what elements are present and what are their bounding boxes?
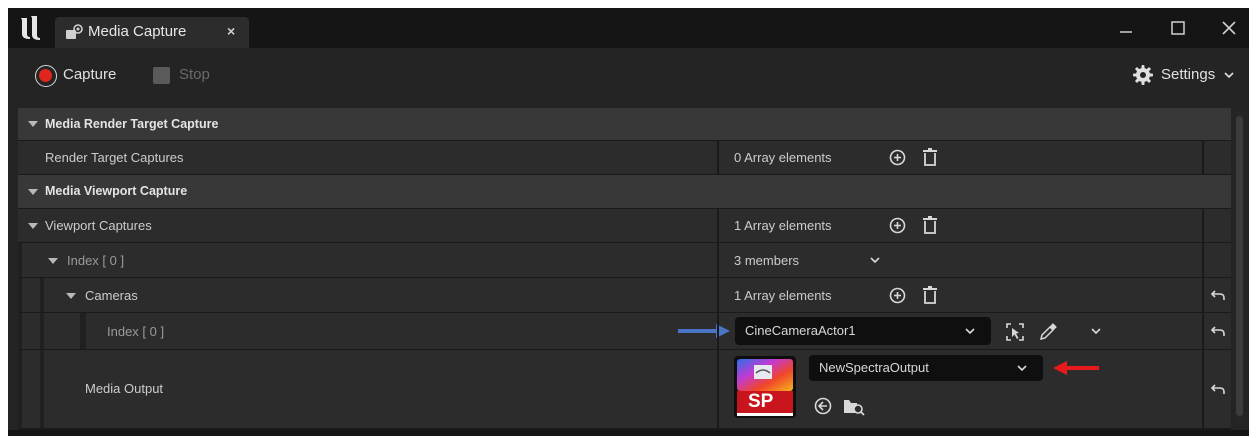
add-element-icon[interactable] bbox=[889, 287, 906, 304]
reset-column bbox=[1202, 350, 1233, 428]
property-name: Viewport Captures bbox=[45, 218, 152, 233]
indent-guide bbox=[18, 350, 22, 428]
chevron-down-icon[interactable] bbox=[1090, 326, 1102, 336]
property-row-camera-index-0: Index [ 0 ] CineCameraActor1 bbox=[18, 313, 1231, 349]
property-name: Cameras bbox=[85, 288, 138, 303]
expand-arrow-icon[interactable] bbox=[48, 258, 58, 264]
expand-arrow-icon[interactable] bbox=[28, 223, 38, 229]
settings-label: Settings bbox=[1161, 66, 1216, 83]
reset-column bbox=[1202, 313, 1233, 349]
indent-guide bbox=[18, 243, 22, 277]
media-capture-window: Media Capture × Capture Stop Settings Me… bbox=[8, 8, 1249, 436]
property-row-index-0: Index [ 0 ] 3 members bbox=[18, 243, 1231, 277]
category-label: Media Viewport Capture bbox=[45, 184, 188, 198]
chevron-down-icon bbox=[1017, 365, 1027, 372]
value-column bbox=[717, 278, 719, 312]
property-name: Render Target Captures bbox=[45, 150, 184, 165]
property-name: Index [ 0 ] bbox=[67, 253, 125, 268]
property-value: 0 Array elements bbox=[734, 150, 832, 165]
browse-asset-icon[interactable] bbox=[843, 396, 865, 416]
reset-to-default-icon[interactable] bbox=[1210, 382, 1226, 396]
close-icon[interactable] bbox=[1219, 18, 1239, 38]
expand-arrow-icon[interactable] bbox=[28, 121, 38, 127]
value-column bbox=[717, 141, 719, 174]
media-output-thumbnail[interactable]: SP bbox=[734, 356, 796, 418]
toolbar: Capture Stop Settings bbox=[8, 48, 1249, 108]
add-element-icon[interactable] bbox=[889, 217, 906, 234]
expand-arrow-icon[interactable] bbox=[66, 293, 76, 299]
property-value: 3 members bbox=[734, 253, 800, 268]
camera-actor-dropdown[interactable]: CineCameraActor1 bbox=[735, 317, 991, 345]
select-actor-icon[interactable] bbox=[1005, 322, 1025, 342]
add-element-icon[interactable] bbox=[889, 149, 906, 166]
indent-guide bbox=[40, 350, 44, 428]
title-bar: Media Capture × bbox=[8, 8, 1249, 48]
trash-icon[interactable] bbox=[922, 286, 938, 304]
reset-column bbox=[1202, 209, 1233, 242]
tab-title: Media Capture bbox=[88, 23, 187, 40]
chevron-down-icon bbox=[1224, 72, 1234, 79]
media-output-dropdown[interactable]: NewSpectraOutput bbox=[809, 355, 1043, 381]
chevron-down-icon[interactable] bbox=[869, 255, 881, 265]
indent-guide bbox=[40, 278, 44, 312]
capture-label: Capture bbox=[63, 66, 117, 83]
property-row-viewport-captures: Viewport Captures 1 Array elements bbox=[18, 209, 1231, 242]
reset-to-default-icon[interactable] bbox=[1210, 324, 1226, 338]
media-capture-tab-icon bbox=[66, 24, 83, 39]
category-media-render-target-capture[interactable]: Media Render Target Capture bbox=[18, 108, 1231, 140]
tab-close-icon[interactable]: × bbox=[227, 23, 235, 39]
indent-guide bbox=[80, 313, 86, 349]
thumbnail-text: SP bbox=[748, 391, 774, 412]
dropdown-value: CineCameraActor1 bbox=[745, 323, 856, 338]
property-value: 1 Array elements bbox=[734, 288, 832, 303]
gear-icon bbox=[1133, 65, 1153, 85]
trash-icon[interactable] bbox=[922, 148, 938, 166]
unreal-logo-icon[interactable] bbox=[18, 14, 46, 42]
property-value: 1 Array elements bbox=[734, 218, 832, 233]
indent-guide bbox=[40, 313, 44, 349]
expand-arrow-icon[interactable] bbox=[28, 189, 38, 195]
trash-icon[interactable] bbox=[922, 216, 938, 234]
property-row-render-target-captures: Render Target Captures 0 Array elements bbox=[18, 141, 1231, 174]
reset-column bbox=[1202, 278, 1233, 312]
window-bottom-border bbox=[8, 430, 1249, 436]
vertical-scrollbar[interactable] bbox=[1235, 112, 1244, 424]
stop-label: Stop bbox=[179, 66, 210, 83]
value-column bbox=[717, 313, 719, 349]
arrow-right-annotation-icon bbox=[678, 324, 730, 338]
minimize-icon[interactable] bbox=[1116, 18, 1136, 38]
property-name: Media Output bbox=[85, 381, 164, 396]
use-selected-asset-icon[interactable] bbox=[814, 397, 832, 415]
value-column bbox=[717, 209, 719, 242]
reset-to-default-icon[interactable] bbox=[1210, 288, 1226, 302]
chevron-down-icon bbox=[965, 328, 975, 335]
property-name: Index [ 0 ] bbox=[107, 324, 165, 339]
tab-media-capture[interactable]: Media Capture × bbox=[55, 17, 249, 48]
reset-column bbox=[1202, 141, 1233, 174]
maximize-icon[interactable] bbox=[1168, 18, 1188, 38]
indent-guide bbox=[18, 278, 22, 312]
category-media-viewport-capture[interactable]: Media Viewport Capture bbox=[18, 175, 1231, 208]
property-row-cameras: Cameras 1 Array elements bbox=[18, 278, 1231, 312]
details-panel: Media Render Target Capture Render Targe… bbox=[18, 108, 1231, 430]
record-icon bbox=[35, 65, 57, 87]
stop-icon bbox=[153, 67, 170, 84]
eyedropper-icon[interactable] bbox=[1038, 322, 1058, 342]
dropdown-value: NewSpectraOutput bbox=[819, 360, 929, 375]
value-column bbox=[717, 350, 719, 428]
property-row-media-output: Media Output SP NewSpectraOutput bbox=[18, 350, 1231, 428]
arrow-left-annotation-icon bbox=[1053, 361, 1099, 375]
indent-guide bbox=[18, 313, 22, 349]
category-label: Media Render Target Capture bbox=[45, 117, 219, 131]
scrollbar-thumb[interactable] bbox=[1236, 116, 1243, 416]
reset-column bbox=[1202, 243, 1233, 277]
value-column bbox=[717, 243, 719, 277]
